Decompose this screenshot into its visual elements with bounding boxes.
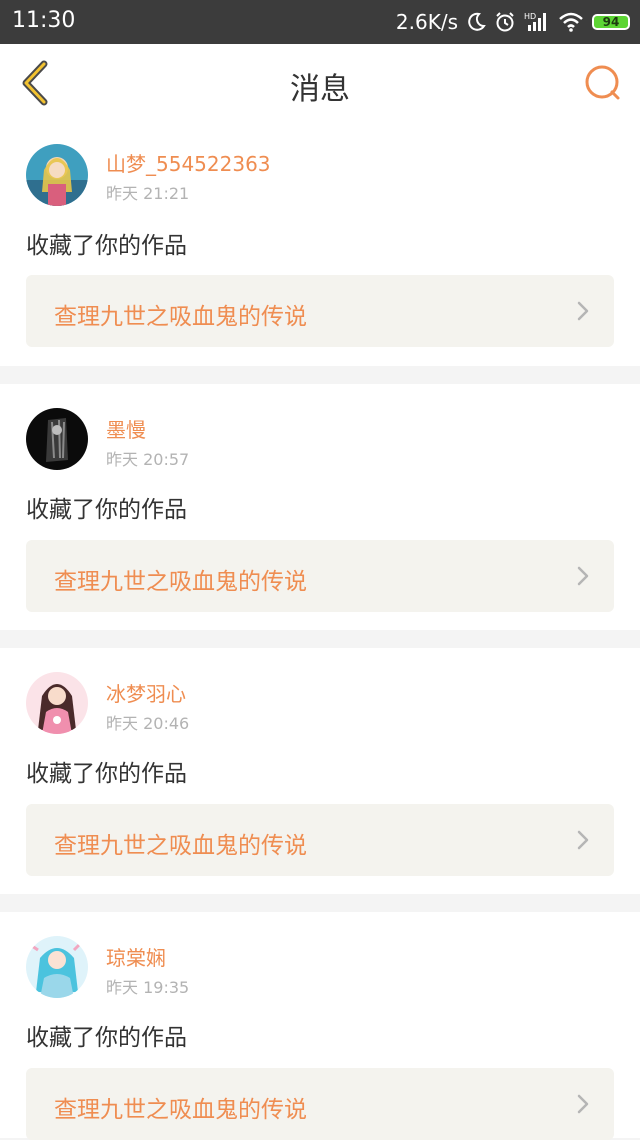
work-title: 查理九世之吸血鬼的传说 <box>54 569 307 595</box>
username[interactable]: 墨慢 <box>106 414 146 443</box>
chevron-right-icon <box>577 1094 589 1114</box>
message-card: 琼棠娴 昨天 19:35 收藏了你的作品 查理九世之吸血鬼的传说 <box>0 912 640 1140</box>
work-link[interactable]: 查理九世之吸血鬼的传说 <box>26 1068 614 1140</box>
chevron-right-icon <box>577 566 589 586</box>
timestamp: 昨天 20:57 <box>106 450 190 469</box>
moon-icon <box>466 12 486 32</box>
action-text: 收藏了你的作品 <box>26 497 187 523</box>
action-text: 收藏了你的作品 <box>26 1025 187 1051</box>
username[interactable]: 琼棠娴 <box>106 942 166 971</box>
avatar[interactable] <box>26 672 88 734</box>
wifi-icon <box>558 11 584 33</box>
svg-text:HD: HD <box>524 12 536 21</box>
username[interactable]: 冰梦羽心 <box>106 678 186 707</box>
work-link[interactable]: 查理九世之吸血鬼的传说 <box>26 275 614 347</box>
net-speed: 2.6K/s <box>395 10 458 34</box>
timestamp: 昨天 20:46 <box>106 714 190 733</box>
timestamp: 昨天 19:35 <box>106 978 190 997</box>
chevron-right-icon <box>577 301 589 321</box>
message-card: 山梦_554522363 昨天 21:21 收藏了你的作品 查理九世之吸血鬼的传… <box>0 122 640 366</box>
avatar[interactable] <box>26 936 88 998</box>
search-button[interactable] <box>580 60 626 106</box>
alarm-icon <box>494 11 516 33</box>
work-title: 查理九世之吸血鬼的传说 <box>54 1097 307 1123</box>
status-bar: 11:30 2.6K/s HD 94 <box>0 0 640 44</box>
username[interactable]: 山梦_554522363 <box>106 148 271 177</box>
search-icon <box>585 65 620 100</box>
title-bar: 消息 <box>0 44 640 123</box>
work-title: 查理九世之吸血鬼的传说 <box>54 304 307 330</box>
work-link[interactable]: 查理九世之吸血鬼的传说 <box>26 804 614 876</box>
message-card: 墨慢 昨天 20:57 收藏了你的作品 查理九世之吸血鬼的传说 <box>0 384 640 630</box>
status-icons: 2.6K/s HD 94 <box>396 8 630 36</box>
message-card: 冰梦羽心 昨天 20:46 收藏了你的作品 查理九世之吸血鬼的传说 <box>0 648 640 894</box>
action-text: 收藏了你的作品 <box>26 761 187 787</box>
hd-signal-icon: HD <box>524 11 550 33</box>
battery-icon: 94 <box>592 14 630 30</box>
avatar[interactable] <box>26 144 88 206</box>
status-time: 11:30 <box>12 8 76 33</box>
avatar[interactable] <box>26 408 88 470</box>
work-title: 查理九世之吸血鬼的传说 <box>54 833 307 859</box>
chevron-right-icon <box>577 830 589 850</box>
page-title: 消息 <box>290 72 350 107</box>
timestamp: 昨天 21:21 <box>106 184 190 203</box>
work-link[interactable]: 查理九世之吸血鬼的传说 <box>26 540 614 612</box>
action-text: 收藏了你的作品 <box>26 233 187 259</box>
